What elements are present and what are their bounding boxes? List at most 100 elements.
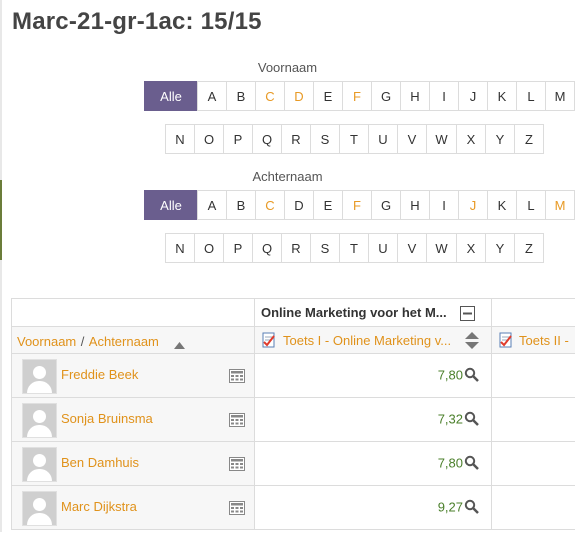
lastname-filter-letter[interactable]: Y	[485, 233, 515, 263]
firstname-filter-letter[interactable]: X	[456, 124, 486, 154]
sort-updown-icon[interactable]	[465, 332, 479, 354]
student-row: Sonja Bruinsma	[11, 398, 255, 442]
avatar-icon[interactable]	[22, 447, 57, 482]
lastname-filter-all[interactable]: Alle	[144, 190, 198, 220]
header-empty-cell	[11, 299, 255, 327]
grade-cell-2[interactable]	[492, 398, 575, 442]
avatar-icon[interactable]	[22, 359, 57, 394]
firstname-filter-letter[interactable]: E	[313, 81, 343, 111]
lastname-filter-letter[interactable]: N	[165, 233, 195, 263]
lastname-filter-letter[interactable]: M	[545, 190, 575, 220]
grade-cell[interactable]: 9,27	[255, 486, 492, 530]
firstname-filter-letter[interactable]: B	[226, 81, 256, 111]
lastname-filter-letter[interactable]: J	[458, 190, 488, 220]
lastname-filter-letter[interactable]: L	[516, 190, 546, 220]
firstname-filter-letter[interactable]: V	[397, 124, 427, 154]
firstname-filter-label: Voornaam	[257, 60, 318, 75]
lastname-filter-letter[interactable]: S	[310, 233, 340, 263]
calculator-icon[interactable]	[229, 501, 245, 515]
lastname-filter-row-2: NOPQRSTUVWXYZ	[165, 233, 544, 263]
header-empty-cell-2	[492, 299, 575, 327]
firstname-filter-letter[interactable]: K	[487, 81, 517, 111]
firstname-filter-letter[interactable]: I	[429, 81, 459, 111]
firstname-filter-letter[interactable]: Q	[252, 124, 282, 154]
firstname-filter-letter[interactable]: R	[281, 124, 311, 154]
grade-cell[interactable]: 7,80	[255, 354, 492, 398]
lastname-filter-letter[interactable]: O	[194, 233, 224, 263]
lastname-filter-letter[interactable]: R	[281, 233, 311, 263]
lastname-filter-letter[interactable]: Q	[252, 233, 282, 263]
firstname-filter-letter[interactable]: W	[426, 124, 457, 154]
student-name-link[interactable]: Freddie Beek	[61, 367, 138, 382]
sort-lastname-link[interactable]: Achternaam	[89, 334, 159, 349]
firstname-filter-letter[interactable]: M	[545, 81, 575, 111]
grade-cell-2[interactable]	[492, 442, 575, 486]
firstname-filter-letter[interactable]: F	[342, 81, 372, 111]
firstname-filter-letter[interactable]: D	[284, 81, 314, 111]
left-edge-accent	[0, 180, 2, 260]
student-name-link[interactable]: Sonja Bruinsma	[61, 411, 153, 426]
calculator-icon[interactable]	[229, 457, 245, 471]
lastname-filter-letter[interactable]: Z	[514, 233, 544, 263]
grade-value: 7,32	[437, 411, 463, 427]
magnifier-icon[interactable]	[464, 411, 479, 429]
left-edge	[0, 0, 2, 532]
grade-cell[interactable]: 7,80	[255, 442, 492, 486]
firstname-filter-letter[interactable]: O	[194, 124, 224, 154]
grade-cell-2[interactable]	[492, 486, 575, 530]
firstname-filter-letter[interactable]: H	[400, 81, 430, 111]
lastname-filter-letter[interactable]: X	[456, 233, 486, 263]
lastname-filter-letter[interactable]: G	[371, 190, 401, 220]
firstname-filter-letter[interactable]: Y	[485, 124, 515, 154]
firstname-filter-letter[interactable]: C	[255, 81, 285, 111]
lastname-filter-letter[interactable]: T	[339, 233, 369, 263]
lastname-filter-letter[interactable]: U	[368, 233, 398, 263]
grade-item-link-1[interactable]: Toets I - Online Marketing v...	[283, 333, 451, 348]
lastname-filter-letter[interactable]: F	[342, 190, 372, 220]
lastname-filter-letter[interactable]: C	[255, 190, 285, 220]
avatar-icon[interactable]	[22, 491, 57, 526]
grade-cell-2[interactable]	[492, 354, 575, 398]
firstname-filter-row-1: Alle A B C D E F G H I J K L M	[144, 81, 575, 111]
magnifier-icon[interactable]	[464, 455, 479, 473]
firstname-filter-all[interactable]: Alle	[144, 81, 198, 111]
assignment-icon	[498, 332, 514, 353]
lastname-filter-letter[interactable]: H	[400, 190, 430, 220]
firstname-filter-letter[interactable]: G	[371, 81, 401, 111]
firstname-filter-row-2: NOPQRSTUVWXYZ	[165, 124, 544, 154]
student-name-link[interactable]: Marc Dijkstra	[61, 499, 137, 514]
lastname-filter-letter[interactable]: B	[226, 190, 256, 220]
magnifier-icon[interactable]	[464, 367, 479, 385]
firstname-filter-letter[interactable]: L	[516, 81, 546, 111]
lastname-filter-letter[interactable]: D	[284, 190, 314, 220]
avatar-icon[interactable]	[22, 403, 57, 438]
lastname-filter-letter[interactable]: P	[223, 233, 253, 263]
grade-cell[interactable]: 7,32	[255, 398, 492, 442]
lastname-filter-letter[interactable]: A	[197, 190, 227, 220]
lastname-filter-row-1: Alle A B C D E F G H I J K L M	[144, 190, 575, 220]
lastname-filter-letter[interactable]: I	[429, 190, 459, 220]
firstname-filter-letter[interactable]: S	[310, 124, 340, 154]
sort-asc-icon[interactable]	[174, 336, 185, 354]
firstname-filter-letter[interactable]: P	[223, 124, 253, 154]
student-row: Marc Dijkstra	[11, 486, 255, 530]
lastname-filter-letter[interactable]: V	[397, 233, 427, 263]
sort-firstname-link[interactable]: Voornaam	[17, 334, 76, 349]
grade-item-link-2[interactable]: Toets II -	[519, 333, 569, 348]
firstname-filter-letter[interactable]: J	[458, 81, 488, 111]
firstname-filter-letter[interactable]: Z	[514, 124, 544, 154]
calculator-icon[interactable]	[229, 413, 245, 427]
lastname-filter-letter[interactable]: K	[487, 190, 517, 220]
lastname-filter-letter[interactable]: W	[426, 233, 457, 263]
lastname-filter-letter[interactable]: E	[313, 190, 343, 220]
category-header: Online Marketing voor het M...	[255, 299, 492, 327]
firstname-filter-letter[interactable]: U	[368, 124, 398, 154]
grader-table: Online Marketing voor het M... Voornaam …	[11, 298, 575, 539]
student-name-link[interactable]: Ben Damhuis	[61, 455, 139, 470]
firstname-filter-letter[interactable]: T	[339, 124, 369, 154]
collapse-icon[interactable]	[460, 306, 475, 326]
magnifier-icon[interactable]	[464, 499, 479, 517]
firstname-filter-letter[interactable]: A	[197, 81, 227, 111]
calculator-icon[interactable]	[229, 369, 245, 383]
firstname-filter-letter[interactable]: N	[165, 124, 195, 154]
